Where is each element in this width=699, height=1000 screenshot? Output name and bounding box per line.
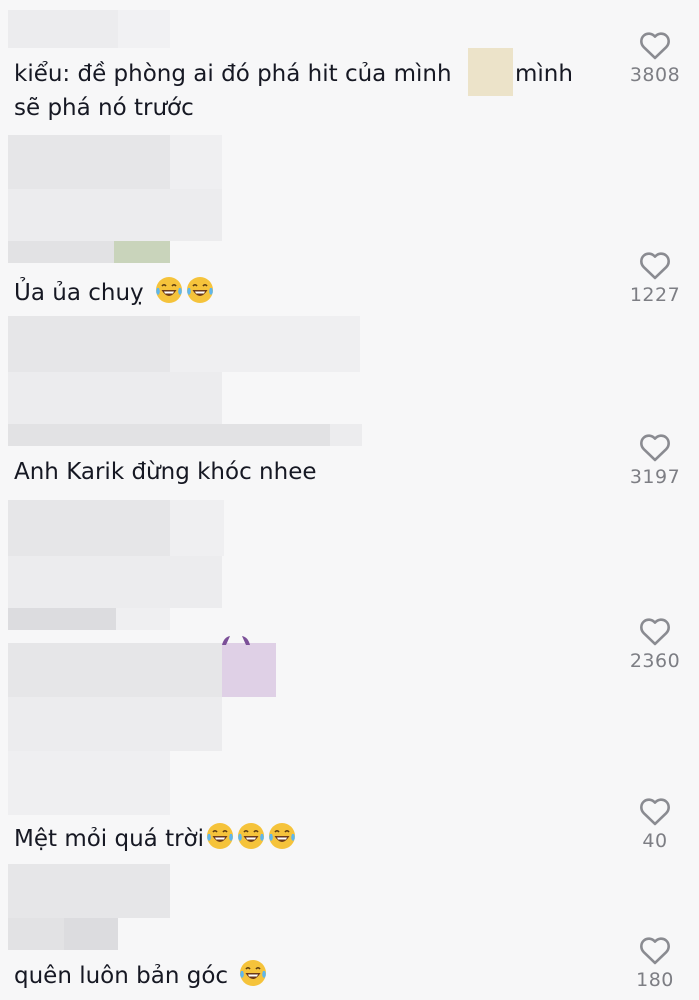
blurred-avatar (8, 500, 170, 556)
comment-text: quên luôn bản góc (14, 958, 268, 994)
heart-outline-icon (640, 618, 670, 646)
comment-text-segment: Mệt mỏi quá trời (14, 826, 205, 852)
blurred-avatar (8, 189, 222, 241)
laughing-tears-emoji (155, 277, 182, 303)
laughing-tears-emoji (186, 277, 213, 303)
comment-text: Mệt mỏi quá trời (14, 821, 297, 857)
heart-outline-icon (640, 937, 670, 965)
comment-text: sẽ phá nó trước (14, 95, 194, 121)
like-count: 180 (636, 969, 674, 991)
like-count: 1227 (629, 284, 681, 306)
comment-text-segment: quên luôn bản góc (14, 963, 229, 989)
blurred-username (330, 424, 362, 446)
purple-devil-emoji-fragment (222, 636, 250, 645)
heart-outline-icon (640, 798, 670, 826)
like-count: 3197 (629, 466, 681, 488)
blurred-avatar (170, 135, 222, 189)
heart-outline-icon (640, 434, 670, 462)
blurred-comment-text (8, 697, 222, 751)
blurred-emoji (222, 643, 276, 697)
blurred-username (8, 424, 330, 446)
comment-list-screen: kiểu: đề phòng ai đó phá hit của mình mì… (0, 0, 699, 1000)
laughing-tears-emoji (269, 823, 296, 849)
blurred-comment-text (8, 751, 170, 815)
like-count: 40 (642, 830, 668, 852)
blurred-username (8, 608, 116, 630)
heart-outline-icon (640, 32, 670, 60)
like-count: 3808 (629, 64, 681, 86)
like-button[interactable]: 3197 (615, 432, 695, 488)
blurred-avatar (8, 135, 170, 189)
blurred-avatar (170, 500, 224, 556)
like-button[interactable]: 40 (615, 796, 695, 852)
like-button[interactable]: 2360 (615, 616, 695, 672)
comment-text-segment: mình (515, 61, 573, 87)
blurred-username (114, 241, 170, 263)
blurred-username (118, 10, 170, 48)
blurred-avatar (8, 316, 170, 372)
comment-text: kiểu: đề phòng ai đó phá hit của mình (14, 57, 452, 92)
blurred-avatar (170, 316, 360, 372)
laughing-tears-emoji (240, 960, 267, 986)
comment-text: Ủa ủa chuỵ (14, 275, 215, 311)
laughing-tears-emoji (207, 823, 234, 849)
blurred-username (8, 918, 64, 950)
like-count: 2360 (629, 650, 681, 672)
laughing-tears-emoji (238, 823, 265, 849)
blurred-username (8, 10, 118, 48)
blurred-username (64, 918, 118, 950)
comment-text-segment: kiểu: đề phòng ai đó phá hit của mình (14, 61, 452, 87)
blurred-emoji (468, 48, 513, 96)
blurred-comment-text (8, 643, 222, 697)
comment-text-segment: Ủa ủa chuỵ (14, 280, 144, 306)
heart-outline-icon (640, 252, 670, 280)
like-button[interactable]: 180 (615, 935, 695, 991)
blurred-avatar (8, 864, 170, 918)
comment-text: Anh Karik đừng khóc nhee (14, 459, 317, 485)
blurred-avatar (8, 556, 222, 608)
blurred-username (116, 608, 170, 630)
blurred-username (8, 241, 114, 263)
blurred-avatar (8, 372, 222, 424)
like-button[interactable]: 3808 (615, 30, 695, 86)
like-button[interactable]: 1227 (615, 250, 695, 306)
